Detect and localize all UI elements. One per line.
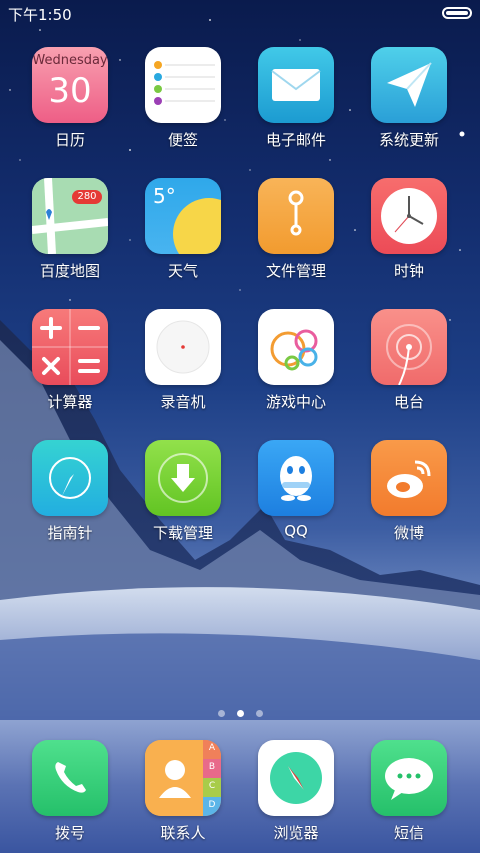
contacts-index-b: B [208, 762, 216, 772]
app-label: 录音机 [160, 393, 206, 411]
dock-browser[interactable]: 浏览器 [241, 740, 351, 843]
app-label: 电子邮件 [265, 131, 326, 149]
map-icon: 280 [32, 178, 108, 254]
page-dot[interactable] [255, 710, 263, 717]
calendar-icon: Wednesday 30 [32, 47, 108, 123]
app-calculator[interactable]: 计算器 [15, 309, 125, 412]
weather-icon: 5° [145, 178, 221, 254]
dock-phone[interactable]: 拨号 [15, 740, 125, 843]
app-label: 便签 [167, 131, 198, 149]
page-dot[interactable] [217, 710, 225, 717]
app-label: 计算器 [47, 393, 93, 411]
calendar-weekday: Wednesday [32, 53, 108, 68]
app-email[interactable]: 电子邮件 [241, 47, 351, 150]
app-clock[interactable]: 时钟 [354, 178, 464, 281]
app-label: 百度地图 [39, 262, 100, 280]
qq-penguin-icon [258, 440, 334, 516]
paperclip-icon [258, 178, 334, 254]
app-baidu-map[interactable]: 280 百度地图 [15, 178, 125, 281]
app-qq[interactable]: QQ [241, 440, 351, 540]
browser-compass-icon [258, 740, 334, 816]
contacts-icon: A B C D [145, 740, 221, 816]
app-recorder[interactable]: 录音机 [128, 309, 238, 412]
notes-icon [145, 47, 221, 123]
app-label: 系统更新 [378, 131, 439, 149]
map-badge: 280 [77, 191, 97, 202]
app-notes[interactable]: 便签 [128, 47, 238, 150]
app-label: 游戏中心 [265, 393, 326, 411]
app-label: 拨号 [54, 824, 85, 842]
app-compass[interactable]: 指南针 [15, 440, 125, 543]
app-label: QQ [284, 522, 308, 540]
game-center-icon [258, 309, 334, 385]
app-download-manager[interactable]: 下载管理 [128, 440, 238, 543]
status-time: 下午1:50 [8, 6, 72, 24]
page-dot-active[interactable] [236, 710, 244, 717]
app-label: 短信 [393, 824, 424, 842]
app-label: 联系人 [160, 824, 206, 842]
clock-icon [371, 178, 447, 254]
app-radio[interactable]: 电台 [354, 309, 464, 412]
page-indicator [0, 702, 480, 721]
calendar-day: 30 [48, 71, 92, 111]
calculator-icon [32, 309, 108, 385]
app-weibo[interactable]: 微博 [354, 440, 464, 543]
compass-icon [32, 440, 108, 516]
paper-plane-icon [371, 47, 447, 123]
contacts-index-a: A [208, 743, 216, 753]
recorder-icon [145, 309, 221, 385]
app-label: 浏览器 [273, 824, 319, 842]
message-bubble-icon [371, 740, 447, 816]
app-game-center[interactable]: 游戏中心 [241, 309, 351, 412]
app-label: 微博 [393, 524, 424, 542]
app-label: 天气 [167, 262, 198, 280]
weather-temp: 5° [153, 184, 176, 208]
radio-icon [371, 309, 447, 385]
dock-contacts[interactable]: A B C D 联系人 [128, 740, 238, 843]
app-label: 文件管理 [265, 262, 326, 280]
app-label: 电台 [393, 393, 424, 411]
app-label: 下载管理 [152, 524, 213, 542]
status-bar: 下午1:50 [0, 0, 480, 26]
app-file-manager[interactable]: 文件管理 [241, 178, 351, 281]
contacts-index-c: C [208, 781, 216, 791]
app-weather[interactable]: 5° 天气 [128, 178, 238, 281]
download-icon [145, 440, 221, 516]
app-calendar[interactable]: Wednesday 30 日历 [15, 47, 125, 150]
app-label: 指南针 [47, 524, 93, 542]
email-icon [258, 47, 334, 123]
contacts-index-d: D [208, 800, 216, 810]
app-label: 时钟 [393, 262, 424, 280]
app-system-update[interactable]: 系统更新 [354, 47, 464, 150]
dock-messages[interactable]: 短信 [354, 740, 464, 843]
app-label: 日历 [54, 131, 85, 149]
phone-icon [32, 740, 108, 816]
weibo-icon [371, 440, 447, 516]
battery-icon [442, 7, 472, 19]
